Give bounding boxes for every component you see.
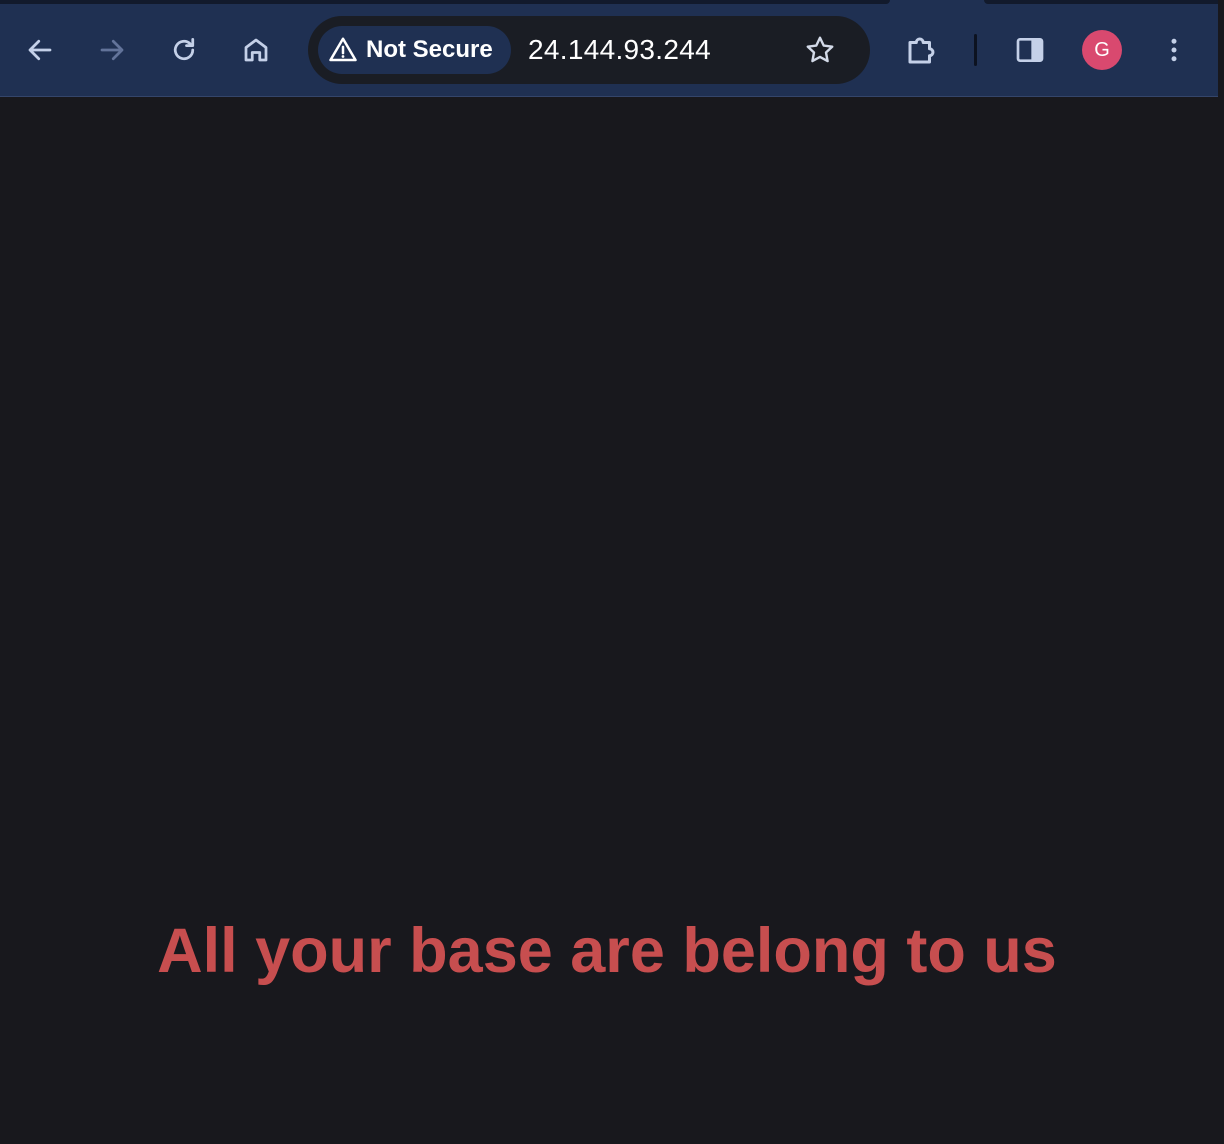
kebab-menu-icon <box>1171 38 1177 62</box>
profile-avatar[interactable]: G <box>1082 30 1122 70</box>
tab-strip-edge <box>0 0 890 4</box>
extensions-button[interactable] <box>898 26 946 74</box>
browser-toolbar: Not Secure 24.144.93.244 G <box>0 0 1224 97</box>
home-icon <box>244 38 268 62</box>
side-panel-button[interactable] <box>1006 26 1054 74</box>
site-security-chip[interactable]: Not Secure <box>318 26 511 74</box>
url-text[interactable]: 24.144.93.244 <box>528 34 711 66</box>
warning-triangle-icon <box>329 37 357 62</box>
back-button[interactable] <box>16 26 64 74</box>
home-button[interactable] <box>232 26 280 74</box>
side-panel-icon <box>1016 38 1044 62</box>
security-label: Not Secure <box>366 36 493 63</box>
back-arrow-icon <box>28 39 52 61</box>
forward-button[interactable] <box>88 26 136 74</box>
reload-icon <box>173 38 195 61</box>
bookmark-button[interactable] <box>798 28 842 72</box>
window-edge <box>1218 0 1224 97</box>
toolbar-divider <box>974 34 977 66</box>
page-headline: All your base are belong to us <box>157 916 1057 986</box>
star-icon <box>806 36 834 63</box>
address-bar[interactable]: Not Secure 24.144.93.244 <box>308 16 870 84</box>
forward-arrow-icon <box>100 39 124 61</box>
puzzle-piece-icon <box>908 37 935 64</box>
reload-button[interactable] <box>160 26 208 74</box>
browser-menu-button[interactable] <box>1150 26 1198 74</box>
page-content: All your base are belong to us <box>0 97 1218 1144</box>
tab-strip-edge <box>984 0 1224 4</box>
